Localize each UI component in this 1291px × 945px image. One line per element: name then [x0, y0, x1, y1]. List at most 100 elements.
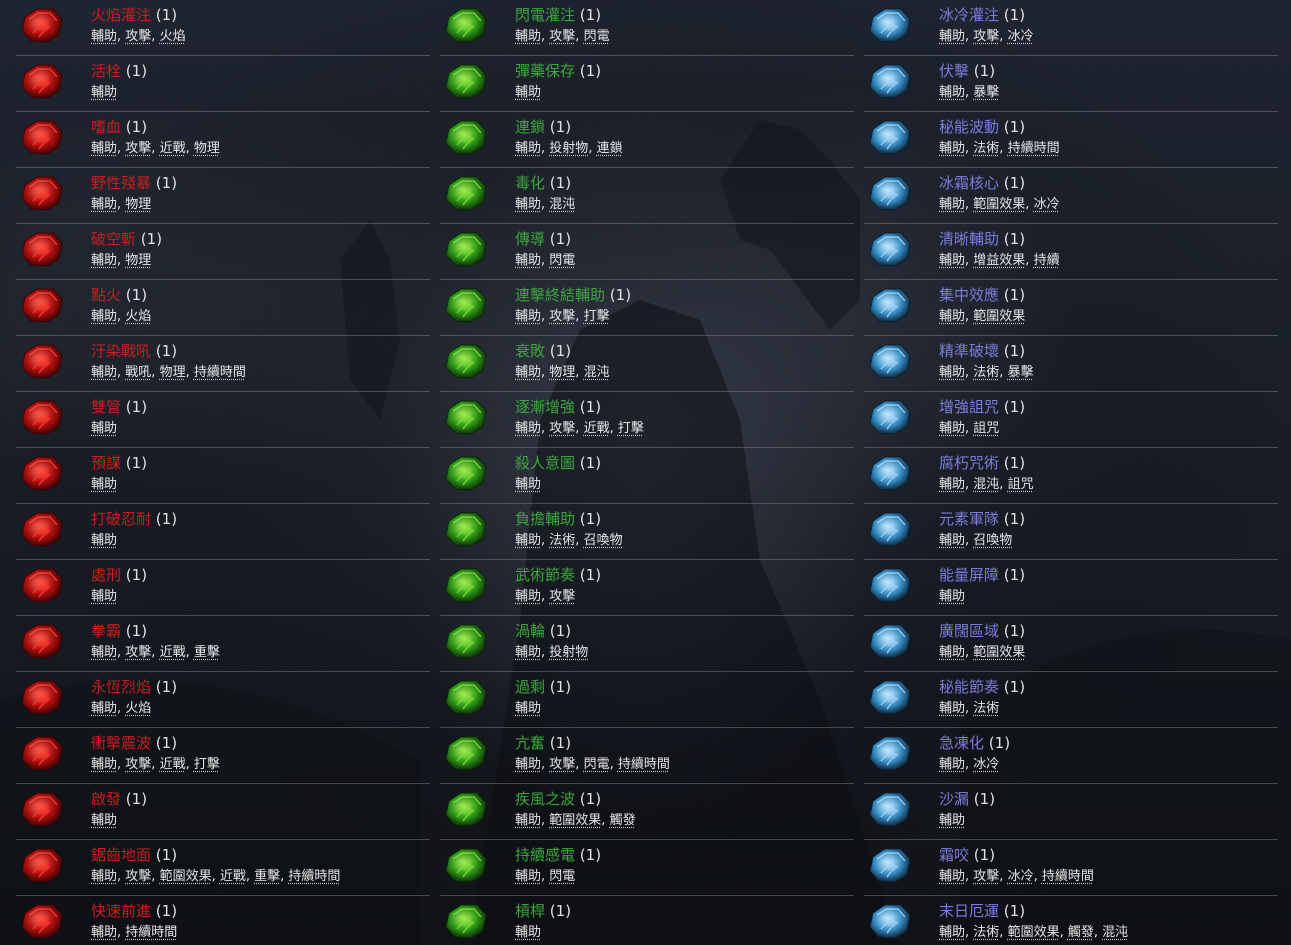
- gem-tag-link[interactable]: 範圍效果: [973, 197, 1025, 212]
- gem-name-link[interactable]: 處刑: [91, 566, 121, 584]
- gem-tag-link[interactable]: 輔助: [939, 141, 965, 156]
- green-dexterity-gem-icon[interactable]: [443, 509, 489, 549]
- gem-tag-link[interactable]: 重擊: [254, 869, 280, 884]
- gem-tag-link[interactable]: 輔助: [939, 421, 965, 436]
- blue-intelligence-gem-icon[interactable]: [867, 677, 913, 717]
- gem-tag-link[interactable]: 輔助: [91, 197, 117, 212]
- gem-tag-link[interactable]: 輔助: [91, 477, 117, 492]
- gem-name-link[interactable]: 霜咬: [939, 846, 969, 864]
- gem-tag-link[interactable]: 攻擊: [125, 645, 151, 660]
- gem-row[interactable]: 野性殘暴 (1) 輔助, 物理: [16, 168, 430, 224]
- gem-row[interactable]: 渦輪 (1) 輔助, 投射物: [440, 616, 854, 672]
- gem-row[interactable]: 衰敗 (1) 輔助, 物理, 混沌: [440, 336, 854, 392]
- gem-tag-link[interactable]: 火焰: [160, 29, 186, 44]
- gem-name-link[interactable]: 精準破壞: [939, 342, 999, 360]
- blue-intelligence-gem-icon[interactable]: [867, 173, 913, 213]
- gem-tag-link[interactable]: 範圍效果: [973, 309, 1025, 324]
- gem-row[interactable]: 衝擊震波 (1) 輔助, 攻擊, 近戰, 打擊: [16, 728, 430, 784]
- gem-tag-link[interactable]: 輔助: [91, 813, 117, 828]
- green-dexterity-gem-icon[interactable]: [443, 285, 489, 325]
- gem-tag-link[interactable]: 輔助: [515, 477, 541, 492]
- gem-tag-link[interactable]: 投射物: [549, 141, 588, 156]
- gem-tag-link[interactable]: 重擊: [194, 645, 220, 660]
- gem-tag-link[interactable]: 輔助: [91, 141, 117, 156]
- gem-row[interactable]: 清晰輔助 (1) 輔助, 增益效果, 持續: [864, 224, 1278, 280]
- gem-row[interactable]: 嗜血 (1) 輔助, 攻擊, 近戰, 物理: [16, 112, 430, 168]
- gem-name-link[interactable]: 連鎖: [515, 118, 545, 136]
- gem-tag-link[interactable]: 冰冷: [1008, 869, 1034, 884]
- gem-tag-link[interactable]: 閃電: [549, 869, 575, 884]
- gem-tag-link[interactable]: 冰冷: [1008, 29, 1034, 44]
- red-strength-gem-icon[interactable]: [19, 621, 65, 661]
- blue-intelligence-gem-icon[interactable]: [867, 5, 913, 45]
- gem-name-link[interactable]: 毒化: [515, 174, 545, 192]
- gem-tag-link[interactable]: 攻擊: [549, 309, 575, 324]
- gem-name-link[interactable]: 沙漏: [939, 790, 969, 808]
- gem-tag-link[interactable]: 輔助: [91, 645, 117, 660]
- gem-name-link[interactable]: 過剩: [515, 678, 545, 696]
- blue-intelligence-gem-icon[interactable]: [867, 901, 913, 941]
- gem-name-link[interactable]: 清晰輔助: [939, 230, 999, 248]
- green-dexterity-gem-icon[interactable]: [443, 901, 489, 941]
- gem-tag-link[interactable]: 物理: [160, 365, 186, 380]
- gem-row[interactable]: 廣闊區域 (1) 輔助, 範圍效果: [864, 616, 1278, 672]
- gem-tag-link[interactable]: 範圍效果: [160, 869, 212, 884]
- gem-name-link[interactable]: 嗜血: [91, 118, 121, 136]
- gem-tag-link[interactable]: 輔助: [939, 29, 965, 44]
- gem-tag-link[interactable]: 輔助: [515, 421, 541, 436]
- gem-row[interactable]: 火焰灌注 (1) 輔助, 攻擊, 火焰: [16, 0, 430, 56]
- gem-name-link[interactable]: 啟發: [91, 790, 121, 808]
- gem-name-link[interactable]: 末日厄運: [939, 902, 999, 920]
- gem-tag-link[interactable]: 打擊: [194, 757, 220, 772]
- gem-row[interactable]: 啟發 (1) 輔助: [16, 784, 430, 840]
- gem-name-link[interactable]: 集中效應: [939, 286, 999, 304]
- gem-tag-link[interactable]: 持續時間: [1008, 141, 1060, 156]
- green-dexterity-gem-icon[interactable]: [443, 789, 489, 829]
- red-strength-gem-icon[interactable]: [19, 341, 65, 381]
- gem-tag-link[interactable]: 輔助: [939, 533, 965, 548]
- gem-name-link[interactable]: 傳導: [515, 230, 545, 248]
- gem-tag-link[interactable]: 增益效果: [973, 253, 1025, 268]
- green-dexterity-gem-icon[interactable]: [443, 173, 489, 213]
- gem-tag-link[interactable]: 投射物: [549, 645, 588, 660]
- gem-tag-link[interactable]: 法術: [549, 533, 575, 548]
- gem-tag-link[interactable]: 近戰: [160, 757, 186, 772]
- gem-name-link[interactable]: 衝擊震波: [91, 734, 151, 752]
- gem-tag-link[interactable]: 攻擊: [125, 141, 151, 156]
- gem-row[interactable]: 汙染戰吼 (1) 輔助, 戰吼, 物理, 持續時間: [16, 336, 430, 392]
- gem-tag-link[interactable]: 近戰: [584, 421, 610, 436]
- gem-tag-link[interactable]: 詛咒: [1008, 477, 1034, 492]
- red-strength-gem-icon[interactable]: [19, 509, 65, 549]
- green-dexterity-gem-icon[interactable]: [443, 61, 489, 101]
- gem-tag-link[interactable]: 輔助: [515, 589, 541, 604]
- gem-row[interactable]: 預謀 (1) 輔助: [16, 448, 430, 504]
- gem-name-link[interactable]: 廣闊區域: [939, 622, 999, 640]
- gem-tag-link[interactable]: 近戰: [220, 869, 246, 884]
- green-dexterity-gem-icon[interactable]: [443, 845, 489, 885]
- gem-name-link[interactable]: 渦輪: [515, 622, 545, 640]
- gem-tag-link[interactable]: 暴擊: [1008, 365, 1034, 380]
- blue-intelligence-gem-icon[interactable]: [867, 117, 913, 157]
- red-strength-gem-icon[interactable]: [19, 565, 65, 605]
- gem-tag-link[interactable]: 攻擊: [549, 421, 575, 436]
- gem-name-link[interactable]: 快速前進: [91, 902, 151, 920]
- gem-row[interactable]: 秘能波動 (1) 輔助, 法術, 持續時間: [864, 112, 1278, 168]
- gem-tag-link[interactable]: 物理: [194, 141, 220, 156]
- gem-tag-link[interactable]: 近戰: [160, 645, 186, 660]
- gem-name-link[interactable]: 彈藥保存: [515, 62, 575, 80]
- gem-tag-link[interactable]: 輔助: [939, 757, 965, 772]
- gem-name-link[interactable]: 能量屏障: [939, 566, 999, 584]
- gem-tag-link[interactable]: 輔助: [939, 253, 965, 268]
- green-dexterity-gem-icon[interactable]: [443, 733, 489, 773]
- gem-row[interactable]: 連擊終結輔助 (1) 輔助, 攻擊, 打擊: [440, 280, 854, 336]
- gem-tag-link[interactable]: 輔助: [515, 197, 541, 212]
- gem-tag-link[interactable]: 輔助: [515, 869, 541, 884]
- gem-row[interactable]: 沙漏 (1) 輔助: [864, 784, 1278, 840]
- gem-tag-link[interactable]: 召喚物: [973, 533, 1012, 548]
- gem-name-link[interactable]: 閃電灌注: [515, 6, 575, 24]
- gem-name-link[interactable]: 增強詛咒: [939, 398, 999, 416]
- gem-name-link[interactable]: 殺人意圖: [515, 454, 575, 472]
- gem-tag-link[interactable]: 混沌: [1102, 925, 1128, 940]
- gem-tag-link[interactable]: 連鎖: [597, 141, 623, 156]
- gem-tag-link[interactable]: 輔助: [91, 29, 117, 44]
